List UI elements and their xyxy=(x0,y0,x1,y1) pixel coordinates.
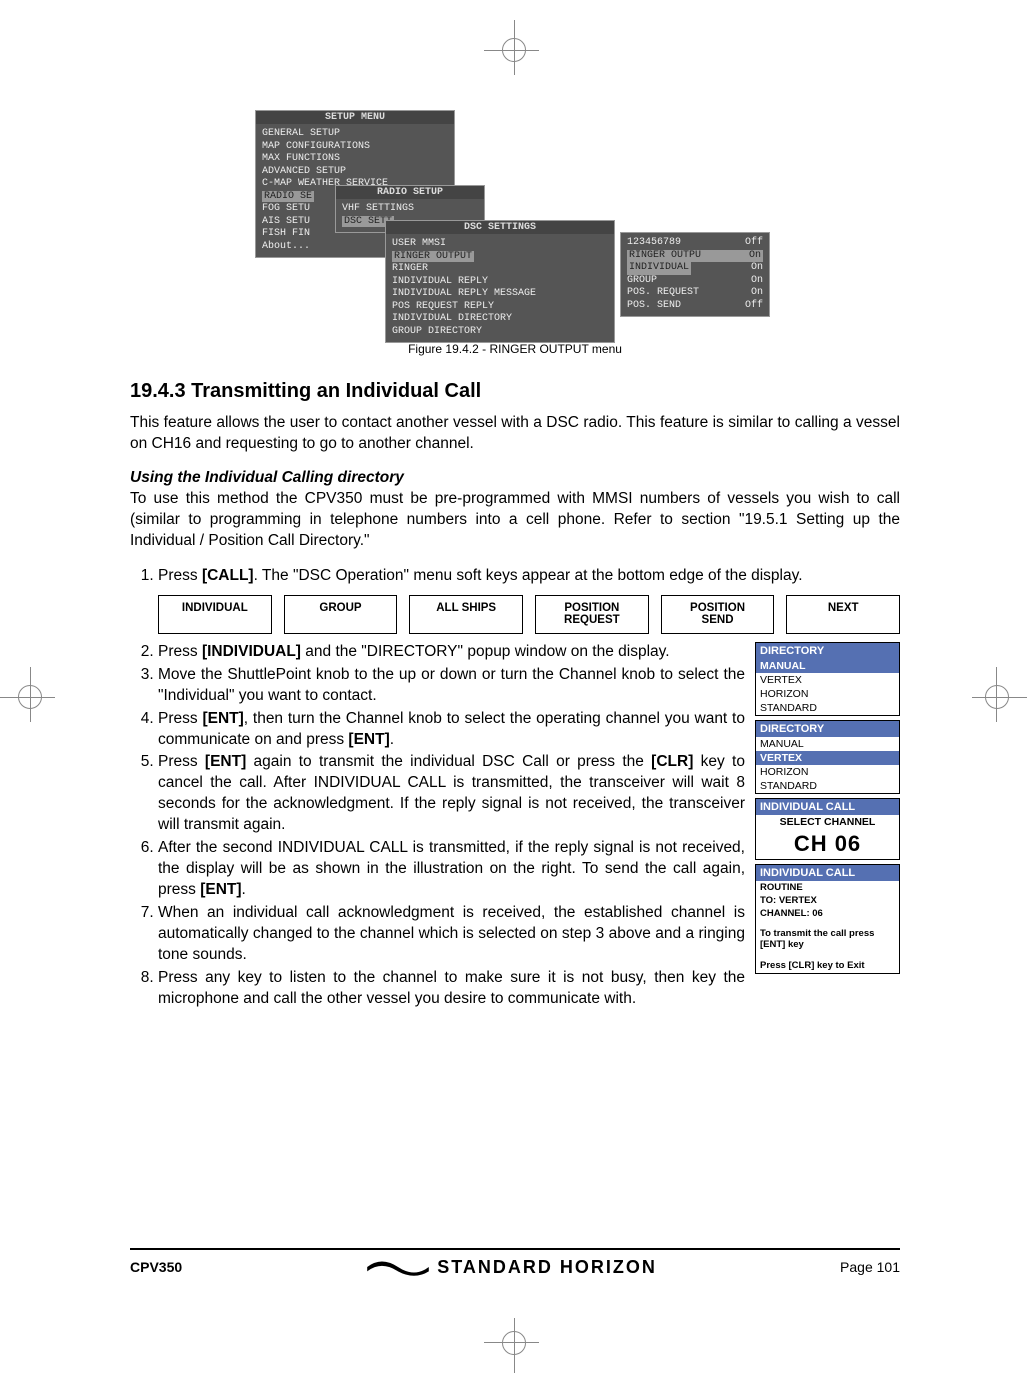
popup-note: Press [CLR] key to Exit xyxy=(756,958,899,973)
popup-item: STANDARD xyxy=(756,701,899,715)
menu-item-selected: RADIO SE xyxy=(262,191,314,202)
row-value: On xyxy=(751,287,763,300)
menu-item: GENERAL SETUP xyxy=(262,128,448,141)
menu-item: INDIVIDUAL REPLY MESSAGE xyxy=(392,288,608,301)
row-value: On xyxy=(751,275,763,288)
figure-ringer-output-menu: SETUP MENU GENERAL SETUP MAP CONFIGURATI… xyxy=(255,110,775,330)
popup-header: INDIVIDUAL CALL xyxy=(756,799,899,815)
channel-value: CH 06 xyxy=(756,829,899,859)
crop-mark-bottom xyxy=(484,1313,544,1373)
row-label: INDIVIDUAL xyxy=(627,262,691,275)
softkey-position-request[interactable]: POSITIONREQUEST xyxy=(535,595,649,634)
intro-paragraph: This feature allows the user to contact … xyxy=(130,413,900,455)
footer-page: Page 101 xyxy=(840,1259,900,1275)
softkey-all-ships[interactable]: ALL SHIPS xyxy=(409,595,523,634)
popup-item: STANDARD xyxy=(756,779,899,793)
dsc-settings-title: DSC SETTINGS xyxy=(386,221,614,234)
menu-item: GROUP DIRECTORY xyxy=(392,326,608,339)
row-value: On xyxy=(751,262,763,275)
row-label: GROUP xyxy=(627,275,657,288)
footer-model: CPV350 xyxy=(130,1259,182,1275)
softkey-position-send[interactable]: POSITIONSEND xyxy=(661,595,775,634)
menu-item: INDIVIDUAL DIRECTORY xyxy=(392,313,608,326)
popup-note: To transmit the call press [ENT] key xyxy=(756,926,899,952)
popup-header: DIRECTORY xyxy=(756,643,899,659)
setup-menu-title: SETUP MENU xyxy=(256,111,454,124)
directory-popup-2: DIRECTORY MANUAL VERTEX HORIZON STANDARD xyxy=(755,720,900,794)
crop-mark-top xyxy=(484,20,544,80)
row-label: POS. SEND xyxy=(627,300,681,313)
menu-item: POS REQUEST REPLY xyxy=(392,301,608,314)
popup-line: TO: VERTEX xyxy=(756,894,899,907)
softkey-next[interactable]: NEXT xyxy=(786,595,900,634)
menu-item: MAP CONFIGURATIONS xyxy=(262,141,448,154)
figure-caption: Figure 19.4.2 - RINGER OUTPUT menu xyxy=(130,342,900,356)
individual-call-info: INDIVIDUAL CALL ROUTINE TO: VERTEX CHANN… xyxy=(755,864,900,974)
softkey-individual[interactable]: INDIVIDUAL xyxy=(158,595,272,634)
menu-item: USER MMSI xyxy=(392,238,608,251)
menu-item: ADVANCED SETUP xyxy=(262,166,448,179)
popup-item: HORIZON xyxy=(756,765,899,779)
page-footer: CPV350 STANDARD HORIZON Page 101 xyxy=(130,1248,900,1278)
popup-item: HORIZON xyxy=(756,687,899,701)
crop-mark-left xyxy=(0,667,60,727)
subheading: Using the Individual Calling directory xyxy=(130,469,900,487)
popup-item-selected: VERTEX xyxy=(756,751,899,765)
footer-brand: STANDARD HORIZON xyxy=(365,1256,657,1278)
popup-subtitle: SELECT CHANNEL xyxy=(756,815,899,829)
softkey-row: INDIVIDUAL GROUP ALL SHIPS POSITIONREQUE… xyxy=(158,595,900,634)
popup-line: ROUTINE xyxy=(756,881,899,894)
ringer-output-label: RINGER OUTPU xyxy=(629,250,701,263)
menu-item: RINGER xyxy=(392,263,608,276)
brand-text: STANDARD HORIZON xyxy=(437,1257,657,1278)
individual-call-select-channel: INDIVIDUAL CALL SELECT CHANNEL CH 06 xyxy=(755,798,900,860)
row-label: POS. REQUEST xyxy=(627,287,699,300)
popup-item: MANUAL xyxy=(756,737,899,751)
directory-popup-1: DIRECTORY MANUAL VERTEX HORIZON STANDARD xyxy=(755,642,900,716)
popup-header: INDIVIDUAL CALL xyxy=(756,865,899,881)
mmsi-value: 123456789 xyxy=(627,237,681,250)
row-value: Off xyxy=(745,300,763,313)
crop-mark-right xyxy=(967,667,1027,727)
menu-item: MAX FUNCTIONS xyxy=(262,153,448,166)
value-off: Off xyxy=(745,237,763,250)
menu-item-selected: RINGER OUTPUT xyxy=(392,251,474,262)
menu-item: VHF SETTINGS xyxy=(342,203,478,216)
paragraph-2: To use this method the CPV350 must be pr… xyxy=(130,489,900,552)
softkey-group[interactable]: GROUP xyxy=(284,595,398,634)
radio-setup-title: RADIO SETUP xyxy=(336,186,484,199)
popup-line: CHANNEL: 06 xyxy=(756,907,899,920)
popup-header: DIRECTORY xyxy=(756,721,899,737)
popup-item-selected: MANUAL xyxy=(756,659,899,673)
brand-logo-icon xyxy=(365,1256,431,1278)
step-1: Press [CALL]. The "DSC Operation" menu s… xyxy=(158,566,900,634)
menu-item: INDIVIDUAL REPLY xyxy=(392,276,608,289)
section-heading: 19.4.3 Transmitting an Individual Call xyxy=(130,380,900,403)
popup-item: VERTEX xyxy=(756,673,899,687)
